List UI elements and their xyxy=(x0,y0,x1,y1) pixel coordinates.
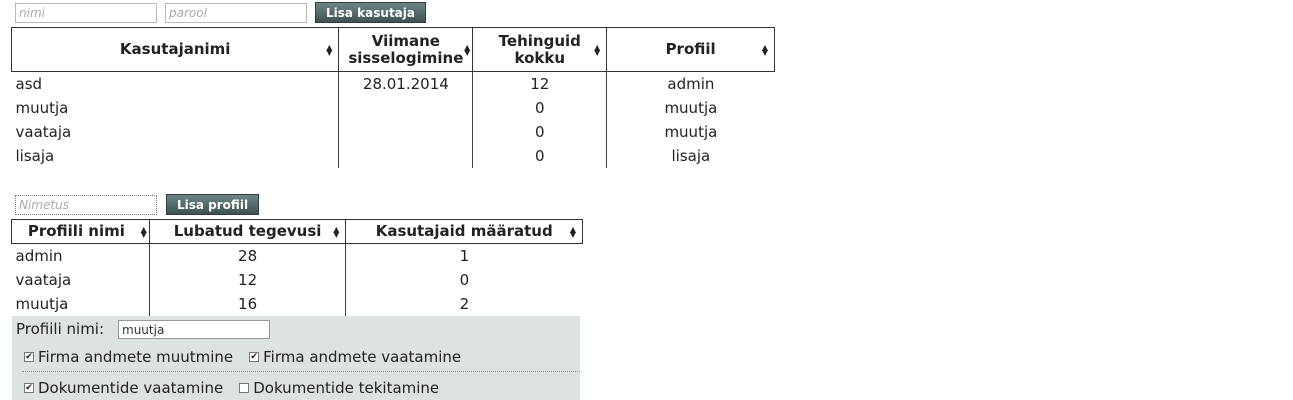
col-header-username[interactable]: Kasutajanimi ▲ ▼ xyxy=(10,27,340,72)
cell-profile-name: muutja xyxy=(15,294,69,313)
col-header-transactions-line1: Tehinguid xyxy=(498,31,581,50)
cell-transactions: 0 xyxy=(472,143,607,168)
cell-allowed-actions: 12 xyxy=(148,267,346,292)
col-header-profile-label: Profiil xyxy=(665,40,716,58)
col-header-users-assigned[interactable]: Kasutajaid määratud ▲ ▼ xyxy=(345,219,583,244)
cell-profile: admin xyxy=(606,71,775,96)
permission-label: Dokumentide vaatamine xyxy=(38,379,224,397)
permission-label: Dokumentide tekitamine xyxy=(253,379,440,397)
table-row[interactable]: muutja 16 2 xyxy=(12,291,583,316)
col-header-profile-name-label: Profiili nimi xyxy=(27,222,125,240)
col-header-last-login[interactable]: Viimane sisselogimine ▲ ▼ xyxy=(338,27,474,72)
table-row[interactable]: vaataja 12 0 xyxy=(12,267,583,292)
col-header-last-login-line2: sisselogimine xyxy=(348,48,464,67)
password-input[interactable] xyxy=(165,2,307,23)
cell-last-login: 28.01.2014 xyxy=(338,71,473,96)
cell-profile: muutja xyxy=(606,119,775,144)
cell-profile-name: vaataja xyxy=(15,270,72,289)
col-header-allowed-actions[interactable]: Lubatud tegevusi ▲ ▼ xyxy=(148,219,347,244)
sort-icon[interactable]: ▲ ▼ xyxy=(464,43,470,56)
col-header-profile-name[interactable]: Profiili nimi ▲ ▼ xyxy=(11,219,150,244)
sort-icon[interactable]: ▲ ▼ xyxy=(762,43,768,56)
cell-username: asd xyxy=(15,74,43,93)
add-user-button[interactable]: Lisa kasutaja xyxy=(315,2,426,23)
col-header-last-login-line1: Viimane xyxy=(371,31,440,50)
profile-form: Lisa profiil xyxy=(15,194,260,215)
permissions-row-1: ✔ Firma andmete muutmine ✔ Firma andmete… xyxy=(24,348,461,366)
cell-last-login xyxy=(338,143,473,168)
table-row[interactable]: vaataja 0 muutja xyxy=(12,119,775,144)
profiles-table: Profiili nimi ▲ ▼ Lubatud tegevusi ▲ ▼ Kas… xyxy=(11,219,583,316)
username-input[interactable] xyxy=(15,2,157,23)
table-row[interactable]: admin 28 1 xyxy=(12,243,583,268)
cell-transactions: 12 xyxy=(472,71,607,96)
cell-last-login xyxy=(338,119,473,144)
users-table: Kasutajanimi ▲ ▼ Viimane sisselogimine ▲ ▼… xyxy=(10,27,775,168)
col-header-transactions-line2: kokku xyxy=(514,48,566,67)
cell-username: vaataja xyxy=(15,122,72,141)
cell-users-assigned: 2 xyxy=(345,291,583,316)
permission-checkbox[interactable]: ✔ xyxy=(24,352,34,362)
cell-transactions: 0 xyxy=(472,119,607,144)
cell-allowed-actions: 16 xyxy=(148,291,346,316)
col-header-profile[interactable]: Profiil ▲ ▼ xyxy=(606,27,775,72)
profile-name-input[interactable] xyxy=(15,194,157,215)
sort-icon[interactable]: ▲ ▼ xyxy=(333,225,339,238)
sort-icon[interactable]: ▲ ▼ xyxy=(594,43,600,56)
user-form: Lisa kasutaja xyxy=(15,2,426,23)
permission-label: Firma andmete muutmine xyxy=(38,348,234,366)
permission-checkbox[interactable]: ✔ xyxy=(249,352,260,362)
sort-icon[interactable]: ▲ ▼ xyxy=(570,225,576,238)
cell-allowed-actions: 28 xyxy=(148,243,346,268)
divider xyxy=(22,371,580,372)
table-row[interactable]: asd 28.01.2014 12 admin xyxy=(12,71,775,96)
table-row[interactable]: lisaja 0 lisaja xyxy=(12,143,775,168)
cell-users-assigned: 1 xyxy=(345,243,583,268)
profile-editor: Profiili nimi: ✔ Firma andmete muutmine … xyxy=(12,316,580,400)
cell-username: lisaja xyxy=(15,146,55,165)
sort-icon[interactable]: ▲ ▼ xyxy=(326,43,332,56)
cell-users-assigned: 0 xyxy=(345,267,583,292)
col-header-allowed-actions-label: Lubatud tegevusi xyxy=(173,222,322,240)
sort-icon[interactable]: ▲ ▼ xyxy=(141,225,147,238)
cell-username: muutja xyxy=(15,98,69,117)
cell-profile-name: admin xyxy=(15,246,63,265)
cell-profile: lisaja xyxy=(606,143,775,168)
col-header-username-label: Kasutajanimi xyxy=(119,40,231,58)
add-profile-button[interactable]: Lisa profiil xyxy=(166,194,260,215)
cell-last-login xyxy=(338,95,473,120)
cell-profile: muutja xyxy=(606,95,775,120)
permissions-row-2: ✔ Dokumentide vaatamine Dokumentide teki… xyxy=(24,379,439,397)
col-header-users-assigned-label: Kasutajaid määratud xyxy=(375,222,553,240)
table-row[interactable]: muutja 0 muutja xyxy=(12,95,775,120)
profile-name-field[interactable] xyxy=(118,320,270,339)
permission-checkbox[interactable] xyxy=(239,383,250,393)
col-header-transactions[interactable]: Tehinguid kokku ▲ ▼ xyxy=(472,27,608,72)
profile-name-label: Profiili nimi: xyxy=(16,320,105,338)
cell-transactions: 0 xyxy=(472,95,607,120)
permission-checkbox[interactable]: ✔ xyxy=(24,383,34,393)
permission-label: Firma andmete vaatamine xyxy=(263,348,462,366)
